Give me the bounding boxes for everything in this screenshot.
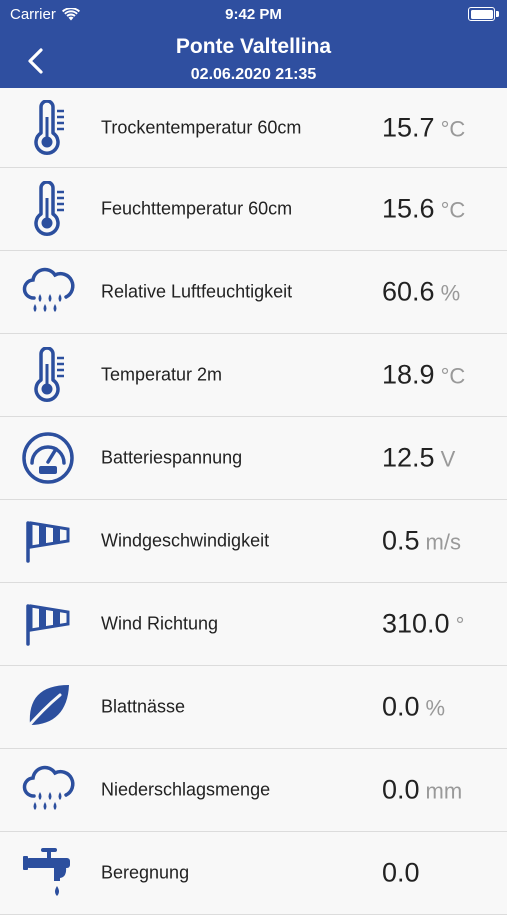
value-number: 18.9 [382, 359, 435, 390]
faucet-icon [20, 845, 76, 901]
thermometer-icon [20, 347, 76, 403]
value-number: 0.0 [382, 857, 420, 888]
measurement-row[interactable]: Windgeschwindigkeit 0.5 m/s [0, 500, 507, 583]
measurement-label: Relative Luftfeuchtigkeit [101, 281, 293, 302]
measurement-row[interactable]: Feuchttemperatur 60cm 15.6 °C [0, 168, 507, 251]
thermometer-icon [20, 181, 76, 237]
status-time: 9:42 PM [225, 6, 282, 23]
value-unit: V [440, 446, 456, 472]
measurement-label: Beregnung [101, 862, 190, 883]
battery-icon [468, 7, 499, 21]
measurement-row[interactable]: Temperatur 2m 18.9 °C [0, 334, 507, 417]
thermometer-icon [20, 100, 76, 156]
measurement-value: 310.0 ° [382, 609, 464, 640]
measurement-row[interactable]: Trockentemperatur 60cm 15.7 °C [0, 88, 507, 168]
page-subtitle: 02.06.2020 21:35 [190, 66, 317, 83]
value-unit: ° [455, 612, 465, 638]
value-number: 12.5 [382, 442, 435, 473]
leaf-icon [20, 679, 76, 735]
measurement-row[interactable]: Blattnässe 0.0% [0, 666, 507, 749]
value-number: 15.7 [382, 112, 435, 142]
measurement-label: Blattnässe [101, 696, 186, 717]
measurement-value: 15.7 °C [382, 112, 465, 143]
value-number: 0.5 [382, 525, 420, 556]
measurement-row[interactable]: Beregnung 0.0 [0, 832, 507, 915]
value-number: 15.6 [382, 193, 435, 224]
measurement-value: 0.0% [382, 692, 445, 723]
value-number: 310.0 [382, 608, 450, 639]
measurement-label: Windgeschwindigkeit [101, 530, 270, 551]
measurement-list: Trockentemperatur 60cm 15.7 °C Feuchttemper… [0, 88, 507, 915]
value-unit: % [425, 695, 446, 721]
value-unit: °C [440, 116, 466, 141]
measurement-value: 12.5 V [382, 443, 455, 474]
measurement-row[interactable]: Wind Richtung 310.0 ° [0, 583, 507, 666]
value-number: 60.6 [382, 276, 435, 307]
measurement-label: Wind Richtung [101, 613, 219, 634]
measurement-value: 18.9 °C [382, 360, 465, 391]
measurement-value: 60.6% [382, 277, 460, 308]
windsock-icon [20, 513, 76, 569]
measurement-value: 0.0 mm [382, 775, 462, 806]
value-number: 0.0 [382, 691, 420, 722]
measurement-row[interactable]: Batteriespannung 12.5 V [0, 417, 507, 500]
measurement-label: Temperatur 2m [101, 364, 223, 385]
measurement-label: Batteriespannung [101, 447, 243, 468]
windsock-icon [20, 596, 76, 652]
measurement-value: 0.5 m/s [382, 526, 461, 557]
measurement-value: 0.0 [382, 858, 420, 889]
value-number: 0.0 [382, 774, 420, 805]
rain-cloud-icon [20, 762, 76, 818]
navigation-header: Carrier 9:42 PM Ponte Valtellina 02.06.2… [0, 0, 507, 94]
measurement-row[interactable]: Niederschlagsmenge 0.0 mm [0, 749, 507, 832]
value-unit: °C [440, 197, 466, 223]
value-unit: % [440, 280, 461, 306]
status-bar: Carrier 9:42 PM [0, 0, 507, 28]
rain-cloud-icon [20, 264, 76, 320]
measurement-label: Feuchttemperatur 60cm [101, 198, 293, 219]
value-unit: m/s [425, 529, 461, 555]
measurement-row[interactable]: Relative Luftfeuchtigkeit 60.6% [0, 251, 507, 334]
gauge-icon [20, 430, 76, 486]
value-unit: °C [440, 363, 466, 389]
measurement-label: Trockentemperatur 60cm [101, 117, 302, 137]
measurement-value: 15.6 °C [382, 194, 465, 225]
measurement-label: Niederschlagsmenge [101, 779, 271, 800]
page-title: Ponte Valtellina [175, 35, 332, 58]
value-unit: mm [425, 778, 463, 804]
